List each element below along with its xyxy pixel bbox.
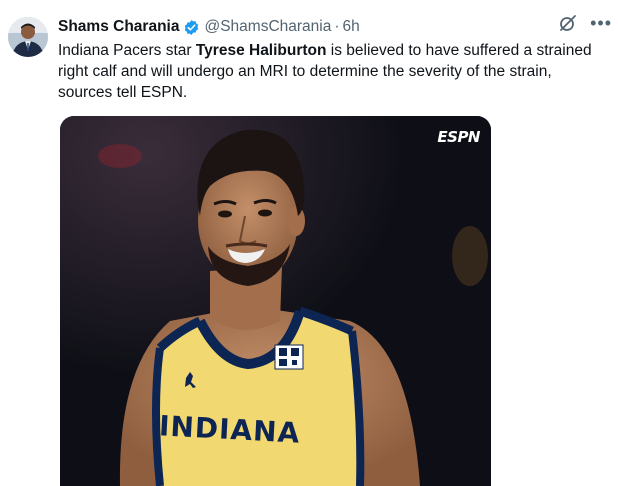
author-avatar[interactable]	[8, 17, 48, 57]
tweet[interactable]: Shams Charania @ShamsCharania · 6h ••• I…	[0, 0, 618, 486]
grok-icon[interactable]	[558, 13, 578, 33]
tweet-text-highlight: Tyrese Haliburton	[195, 42, 327, 59]
author-handle[interactable]: @ShamsCharania	[204, 18, 331, 36]
separator-dot: ·	[334, 18, 340, 35]
tweet-text-part1: Indiana Pacers star	[58, 42, 196, 59]
tweet-text: Indiana Pacers star Tyrese Haliburton is…	[58, 40, 606, 103]
tweet-actions: •••	[558, 13, 612, 33]
timestamp[interactable]: 6h	[343, 18, 360, 36]
more-icon[interactable]: •••	[590, 13, 612, 33]
tweet-header: Shams Charania @ShamsCharania · 6h	[58, 16, 606, 38]
espn-logo: ESPN	[437, 128, 480, 146]
tweet-media-image[interactable]: ESPN INDIANA	[60, 116, 491, 486]
author-name[interactable]: Shams Charania	[58, 18, 179, 36]
verified-badge-icon	[183, 19, 200, 36]
